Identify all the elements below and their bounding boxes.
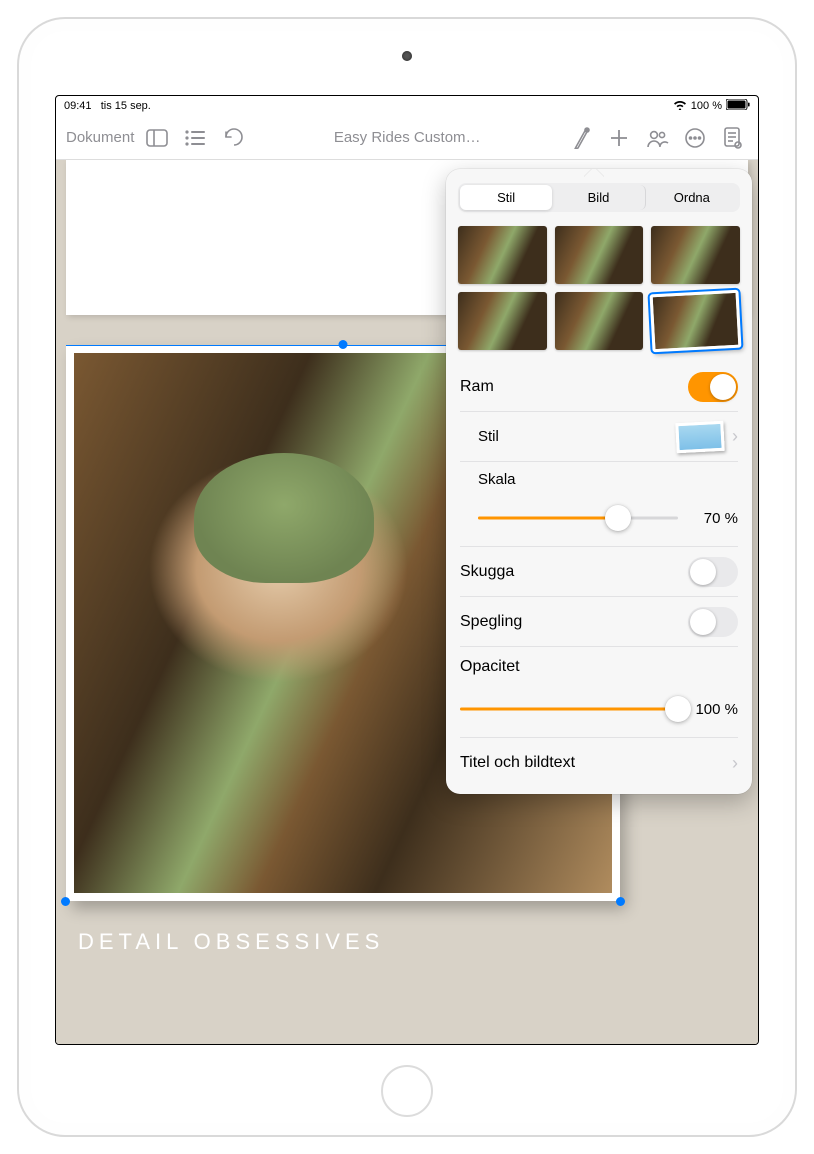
back-button[interactable]: Dokument <box>64 121 136 155</box>
page-heading: DETAIL OBSESSIVES <box>78 929 384 955</box>
shadow-row: Skugga <box>460 547 738 597</box>
status-left: 09:41 tis 15 sep. <box>64 100 151 112</box>
opacity-label-row: Opacitet <box>460 647 738 687</box>
style-preset-2[interactable] <box>555 226 644 284</box>
tab-style[interactable]: Stil <box>460 185 552 210</box>
popover-arrow <box>584 169 604 179</box>
more-icon[interactable] <box>678 121 712 155</box>
screen: 09:41 tis 15 sep. 100 % Dokument Easy Ri… <box>55 95 759 1045</box>
wifi-icon <box>673 99 687 113</box>
resize-handle-bottom-right[interactable] <box>616 897 625 906</box>
opacity-label: Opacitet <box>460 658 520 676</box>
status-bar: 09:41 tis 15 sep. 100 % <box>56 96 758 116</box>
frame-toggle[interactable] <box>688 372 738 402</box>
document-canvas[interactable]: DETAIL OBSESSIVES Stil Bild Ordna <box>56 160 758 1044</box>
chevron-right-icon: › <box>732 753 738 774</box>
status-time: 09:41 <box>64 100 92 112</box>
status-battery-text: 100 % <box>691 100 722 112</box>
style-preset-1[interactable] <box>458 226 547 284</box>
tab-image[interactable]: Bild <box>552 185 645 210</box>
chevron-right-icon: › <box>732 426 738 447</box>
status-date: tis 15 sep. <box>101 100 151 112</box>
reflection-toggle[interactable] <box>688 607 738 637</box>
caption-label: Titel och bildtext <box>460 754 575 772</box>
sidebar-icon[interactable] <box>140 121 174 155</box>
scale-label: Skala <box>478 471 516 488</box>
undo-icon[interactable] <box>216 121 250 155</box>
home-button[interactable] <box>381 1065 433 1117</box>
frame-style-row[interactable]: Stil › <box>460 412 738 462</box>
style-preset-3[interactable] <box>651 226 740 284</box>
opacity-value: 100 % <box>688 701 738 718</box>
battery-icon <box>726 99 750 113</box>
scale-label-row: Skala <box>460 462 738 496</box>
resize-handle-top[interactable] <box>339 340 348 349</box>
format-icon[interactable] <box>564 121 598 155</box>
tab-arrange[interactable]: Ordna <box>646 185 738 210</box>
frame-row: Ram <box>460 362 738 412</box>
list-icon[interactable] <box>178 121 212 155</box>
reflection-row: Spegling <box>460 597 738 647</box>
style-presets <box>446 222 752 362</box>
resize-handle-bottom-left[interactable] <box>61 897 70 906</box>
insert-icon[interactable] <box>602 121 636 155</box>
scale-value: 70 % <box>688 510 738 527</box>
shadow-toggle[interactable] <box>688 557 738 587</box>
style-preset-5[interactable] <box>555 292 644 350</box>
document-title[interactable]: Easy Rides Custom… <box>334 129 481 146</box>
ipad-frame: 09:41 tis 15 sep. 100 % Dokument Easy Ri… <box>17 17 797 1137</box>
toolbar: Dokument Easy Rides Custom… <box>56 116 758 160</box>
page-view-icon[interactable] <box>716 121 750 155</box>
popover-tabs: Stil Bild Ordna <box>458 183 740 212</box>
frame-style-swatch <box>675 420 725 452</box>
opacity-slider[interactable] <box>460 695 678 723</box>
style-preset-4[interactable] <box>458 292 547 350</box>
camera <box>402 51 412 61</box>
collaborate-icon[interactable] <box>640 121 674 155</box>
format-popover: Stil Bild Ordna Ram <box>446 169 752 794</box>
style-preset-6[interactable] <box>650 290 742 353</box>
frame-label: Ram <box>460 378 494 396</box>
scale-slider[interactable] <box>478 504 678 532</box>
shadow-label: Skugga <box>460 563 514 581</box>
status-right: 100 % <box>673 99 750 113</box>
caption-row[interactable]: Titel och bildtext › <box>460 738 738 788</box>
frame-style-label: Stil <box>478 428 499 445</box>
reflection-label: Spegling <box>460 613 522 631</box>
